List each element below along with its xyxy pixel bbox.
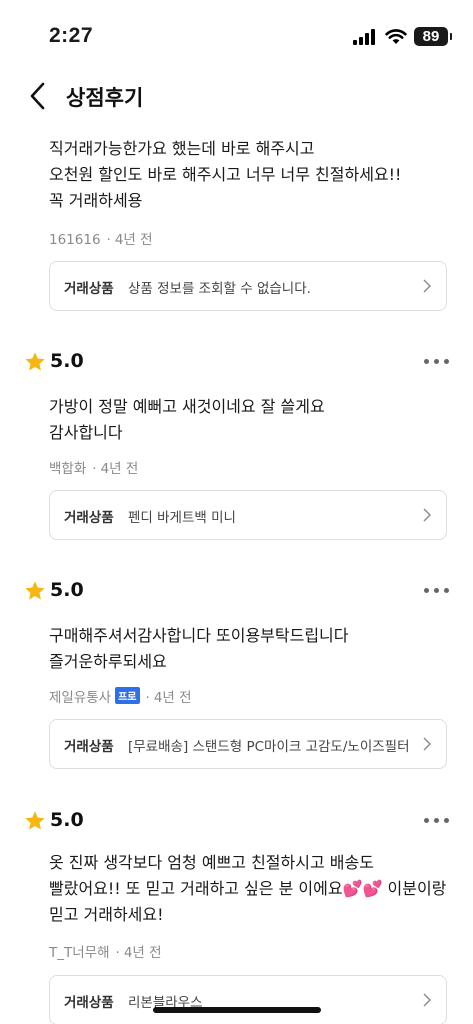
more-icon[interactable] [424,588,450,596]
review-text: 가방이 정말 예뻐고 새것이네요 잘 쓸게요 감사합니다 [49,397,325,442]
star-icon [25,811,45,830]
product-label: 거래상품 [64,510,114,526]
product-label: 거래상품 [64,281,114,297]
wifi-icon [385,29,407,44]
review-text: 구매해주셔서감사합니다 또이용부탁드립니다 즐거운하루되세요 [49,626,349,671]
chevron-right-icon [423,279,431,293]
status-time: 2:27 [49,24,94,47]
more-icon[interactable] [424,818,450,826]
chevron-right-icon [423,993,431,1007]
review-meta: T_T너무해 · 4년 전 [49,945,162,961]
product-card[interactable]: 거래상품 리본블라우스 [49,975,447,1024]
rating-value: 5.0 [50,579,84,601]
review-meta: 161616 · 4년 전 [49,232,153,248]
star-icon [25,581,45,600]
nav-bar: 상점후기 [0,74,473,118]
back-icon[interactable] [26,80,50,112]
more-icon[interactable] [424,359,450,367]
review-meta: 제일유통사 프로 · 4년 전 [49,686,192,706]
review-meta: 백합화 · 4년 전 [49,461,139,477]
chevron-right-icon [423,737,431,751]
review-author[interactable]: 제일유통사 [49,690,111,706]
chevron-right-icon [423,508,431,522]
review-text: 옷 진짜 생각보다 엄청 예쁘고 친절하시고 배송도 빨랐어요!! 또 믿고 거… [49,853,447,924]
product-card[interactable]: 거래상품 상품 정보를 조회할 수 없습니다. [49,261,447,311]
pro-badge: 프로 [115,687,140,704]
product-name: 상품 정보를 조회할 수 없습니다. [128,281,311,297]
battery-icon: 89 [414,27,452,46]
review-author[interactable]: 161616 [49,232,101,248]
page-title: 상점후기 [66,86,144,110]
signal-icon [353,29,377,45]
product-card[interactable]: 거래상품 [무료배송] 스탠드형 PC마이크 고감도/노이즈필터 [49,719,447,769]
review-time: 4년 전 [153,690,192,706]
review-time: 4년 전 [100,461,139,477]
review-text: 직거래가능한가요 했는데 바로 해주시고 오천원 할인도 바로 해주시고 너무 … [49,139,402,210]
status-bar: 2:27 89 [0,0,473,70]
review-time: 4년 전 [123,945,162,961]
review-author[interactable]: T_T너무해 [49,945,110,961]
product-card[interactable]: 거래상품 펜디 바게트백 미니 [49,490,447,540]
product-name: [무료배송] 스탠드형 PC마이크 고감도/노이즈필터 [128,739,410,755]
review-author[interactable]: 백합화 [49,461,86,477]
product-name: 펜디 바게트백 미니 [128,510,236,526]
product-label: 거래상품 [64,995,114,1011]
rating-value: 5.0 [50,350,84,372]
review-time: 4년 전 [114,232,153,248]
product-label: 거래상품 [64,739,114,755]
rating-value: 5.0 [50,809,84,831]
star-icon [25,352,45,371]
home-indicator [153,1007,321,1013]
